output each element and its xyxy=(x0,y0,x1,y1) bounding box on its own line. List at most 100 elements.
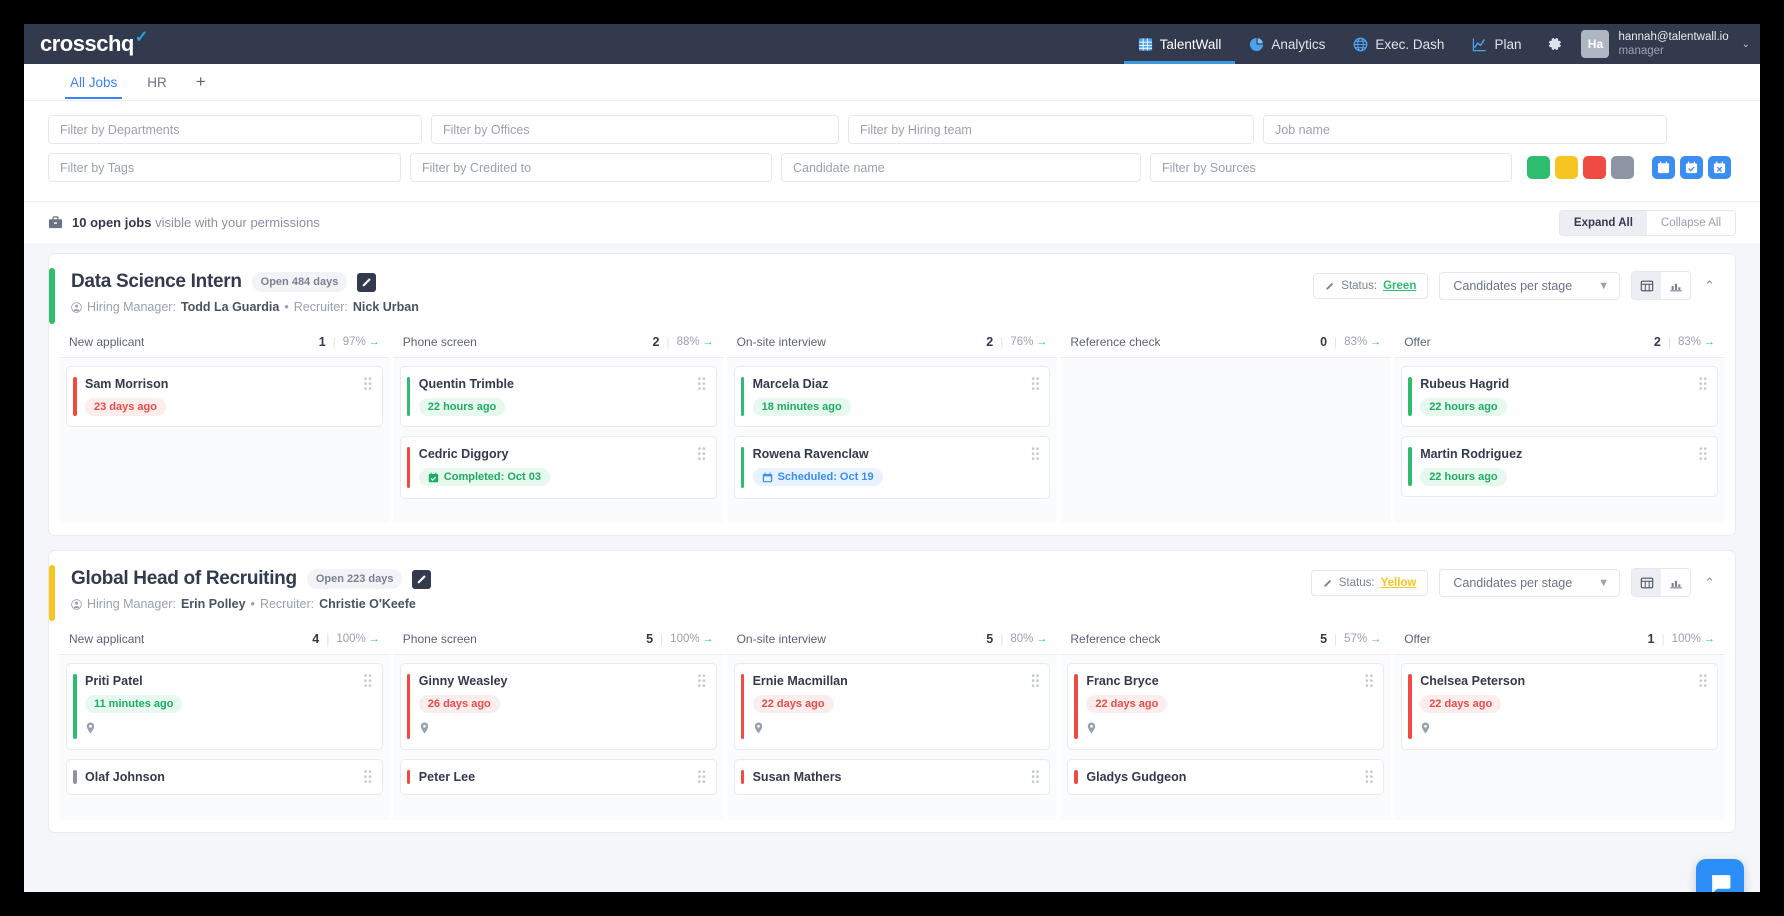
candidate-status-badge: 26 days ago xyxy=(418,695,500,713)
job-status-button[interactable]: Status: Yellow xyxy=(1310,569,1429,596)
filter-job-name-input[interactable]: Job name xyxy=(1263,115,1667,144)
tab-all-jobs[interactable]: All Jobs xyxy=(57,67,130,99)
stage-card-list[interactable]: Priti Patel •• •• •• 11 minutes ago Olaf John… xyxy=(59,655,390,820)
filter-candidate-name-input[interactable]: Candidate name xyxy=(781,153,1141,182)
filter-credited-to-input[interactable]: Filter by Credited to xyxy=(410,153,772,182)
candidate-card[interactable]: Priti Patel •• •• •• 11 minutes ago xyxy=(66,663,383,750)
drag-handle-icon[interactable]: •• •• •• xyxy=(364,768,373,788)
user-meta: hannah@talentwall.io manager xyxy=(1618,30,1728,59)
filter-tags-input[interactable]: Filter by Tags xyxy=(48,153,401,182)
calendar-view-button[interactable] xyxy=(1652,156,1675,179)
gray-filter-swatch[interactable] xyxy=(1611,156,1634,179)
filter-sources-input[interactable]: Filter by Sources xyxy=(1150,153,1512,182)
board-view-button[interactable] xyxy=(1632,272,1662,299)
chat-launcher[interactable] xyxy=(1696,859,1744,892)
filter-hiring-team-input[interactable]: Filter by Hiring team xyxy=(848,115,1254,144)
stage-count: 0 xyxy=(1320,335,1328,349)
stage-conversion-pct: 100% xyxy=(336,633,366,645)
green-filter-swatch[interactable] xyxy=(1527,156,1550,179)
candidate-name: Gladys Gudgeon xyxy=(1086,770,1187,784)
drag-handle-icon[interactable]: •• •• •• xyxy=(1699,672,1708,692)
calendar-x-view-button[interactable] xyxy=(1708,156,1731,179)
stage-card-list[interactable]: Ernie Macmillan •• •• •• 22 days ago Susan Ma… xyxy=(726,655,1058,820)
tab-hr[interactable]: HR xyxy=(134,67,180,98)
drag-handle-icon[interactable]: •• •• •• xyxy=(698,375,707,395)
stage-column: Reference check 0 | 83% → xyxy=(1060,327,1392,523)
candidate-card[interactable]: Susan Mathers •• •• •• xyxy=(733,759,1051,795)
candidate-card[interactable]: Rubeus Hagrid •• •• •• 22 hours ago xyxy=(1401,366,1718,427)
nav-item-talentwall[interactable]: TalentWall xyxy=(1123,24,1236,64)
candidate-card[interactable]: Rowena Ravenclaw •• •• •• Scheduled: Oct 19 xyxy=(733,436,1051,499)
metric-select[interactable]: Candidates per stage ▼ xyxy=(1439,568,1621,597)
drag-handle-icon[interactable]: •• •• •• xyxy=(1031,445,1040,465)
collapse-job-chevron[interactable]: ⌃ xyxy=(1702,278,1717,294)
candidate-card[interactable]: Chelsea Peterson •• •• •• 22 days ago xyxy=(1401,663,1718,750)
candidate-card[interactable]: Peter Lee •• •• •• xyxy=(399,759,717,795)
settings-button[interactable] xyxy=(1535,36,1575,52)
nav-item-plan[interactable]: Plan xyxy=(1458,24,1535,64)
candidate-card[interactable]: Olaf Johnson •• •• •• xyxy=(66,759,383,795)
candidate-card[interactable]: Franc Bryce •• •• •• 22 days ago xyxy=(1067,663,1385,750)
job-status-button[interactable]: Status: Green xyxy=(1313,272,1429,299)
stage-card-list[interactable]: Franc Bryce •• •• •• 22 days ago Gladys Gudge… xyxy=(1060,655,1392,820)
candidate-card[interactable]: Sam Morrison •• •• •• 23 days ago xyxy=(66,366,383,427)
candidate-card[interactable]: Ginny Weasley •• •• •• 26 days ago xyxy=(399,663,717,750)
pencil-icon xyxy=(362,278,371,287)
stage-card-list[interactable] xyxy=(1060,358,1392,523)
drag-handle-icon[interactable]: •• •• •• xyxy=(364,672,373,692)
drag-handle-icon[interactable]: •• •• •• xyxy=(1365,768,1374,788)
stage-column: Offer 1 | 100% → Chelsea Peterson •• •• •• 22 day… xyxy=(1394,624,1725,820)
table-icon xyxy=(1640,280,1653,291)
red-filter-swatch[interactable] xyxy=(1583,156,1606,179)
stage-card-list[interactable]: Ginny Weasley •• •• •• 26 days ago Peter Lee •… xyxy=(392,655,724,820)
drag-handle-icon[interactable]: •• •• •• xyxy=(1699,375,1708,395)
badge-text: 26 days ago xyxy=(427,698,491,710)
expand-all-button[interactable]: Expand All xyxy=(1559,210,1647,235)
collapse-all-button[interactable]: Collapse All xyxy=(1646,210,1735,235)
drag-handle-icon[interactable]: •• •• •• xyxy=(698,445,707,465)
candidate-card[interactable]: Cedric Diggory •• •• •• Completed: Oct 03 xyxy=(399,436,717,499)
drag-handle-icon[interactable]: •• •• •• xyxy=(698,768,707,788)
job-board[interactable]: Data Science Intern Open 484 days Hiring M… xyxy=(24,243,1760,892)
metric-select[interactable]: Candidates per stage ▼ xyxy=(1439,271,1621,300)
stage-count: 5 xyxy=(986,632,994,646)
drag-handle-icon[interactable]: •• •• •• xyxy=(1699,445,1708,465)
calendar-check-view-button[interactable] xyxy=(1680,156,1703,179)
drag-handle-icon[interactable]: •• •• •• xyxy=(1031,375,1040,395)
candidate-card[interactable]: Quentin Trimble •• •• •• 22 hours ago xyxy=(399,366,717,427)
stage-card-list[interactable]: Sam Morrison •• •• •• 23 days ago xyxy=(59,358,390,523)
nav-item-exec-dash[interactable]: Exec. Dash xyxy=(1339,24,1458,64)
yellow-filter-swatch[interactable] xyxy=(1555,156,1578,179)
drag-handle-icon[interactable]: •• •• •• xyxy=(698,672,707,692)
candidate-card[interactable]: Ernie Macmillan •• •• •• 22 days ago xyxy=(733,663,1051,750)
stage-card-list[interactable]: Rubeus Hagrid •• •• •• 22 hours ago Martin Ro… xyxy=(1394,358,1725,523)
stage-card-list[interactable]: Quentin Trimble •• •• •• 22 hours ago Cedric … xyxy=(392,358,724,523)
stage-conversion-pct: 76% xyxy=(1010,336,1034,348)
edit-job-button[interactable] xyxy=(357,272,377,292)
drag-handle-icon[interactable]: •• •• •• xyxy=(1031,768,1040,788)
filter-departments-input[interactable]: Filter by Departments xyxy=(48,115,422,144)
user-menu[interactable]: Ha hannah@talentwall.io manager ⌄ xyxy=(1575,24,1760,64)
board-view-button[interactable] xyxy=(1632,569,1662,596)
briefcase-icon xyxy=(48,216,63,229)
line-chart-icon xyxy=(1473,37,1487,51)
chart-view-button[interactable] xyxy=(1661,569,1690,596)
drag-handle-icon[interactable]: •• •• •• xyxy=(1365,672,1374,692)
candidate-card[interactable]: Marcela Diaz •• •• •• 18 minutes ago xyxy=(733,366,1051,427)
candidate-card[interactable]: Gladys Gudgeon •• •• •• xyxy=(1067,759,1385,795)
add-tab-button[interactable]: + xyxy=(184,68,218,96)
chart-view-button[interactable] xyxy=(1661,272,1690,299)
person-icon xyxy=(71,598,82,610)
crosschq-logo[interactable]: crosschq ✓ xyxy=(40,29,148,57)
edit-job-button[interactable] xyxy=(412,569,432,589)
drag-handle-icon[interactable]: •• •• •• xyxy=(1031,672,1040,692)
stage-card-list[interactable]: Marcela Diaz •• •• •• 18 minutes ago Rowena R… xyxy=(726,358,1058,523)
stage-count: 5 xyxy=(646,632,654,646)
stage-card-list[interactable]: Chelsea Peterson •• •• •• 22 days ago xyxy=(1394,655,1725,820)
job-title: Global Head of Recruiting xyxy=(71,568,297,589)
drag-handle-icon[interactable]: •• •• •• xyxy=(364,375,373,395)
candidate-card[interactable]: Martin Rodriguez •• •• •• 22 hours ago xyxy=(1401,436,1718,497)
nav-item-analytics[interactable]: Analytics xyxy=(1235,24,1339,64)
filter-offices-input[interactable]: Filter by Offices xyxy=(431,115,839,144)
collapse-job-chevron[interactable]: ⌃ xyxy=(1702,575,1717,591)
